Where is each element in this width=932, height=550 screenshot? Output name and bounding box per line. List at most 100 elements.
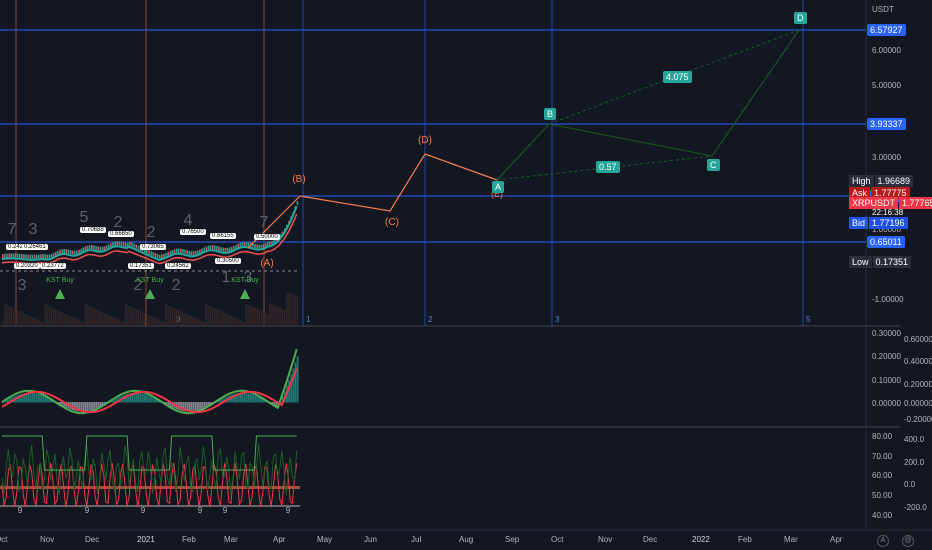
time-label: Jun — [364, 535, 377, 544]
ind1-hist-bar — [199, 402, 201, 410]
currency-badge[interactable]: USDT — [872, 5, 894, 14]
volume-bar — [228, 315, 231, 326]
ind1-hist-bar — [93, 402, 95, 410]
stat-name: High — [849, 175, 874, 187]
volume-bar — [63, 313, 65, 326]
ind2-inner-tick: 80.00 — [872, 432, 893, 441]
price-tick: 5.00000 — [872, 81, 901, 91]
price-box: 0.23772 — [40, 263, 66, 269]
volume-bar — [67, 315, 70, 326]
volume-bar — [150, 316, 152, 326]
time-label: Dec — [85, 535, 100, 544]
volume-bar — [84, 304, 87, 326]
volume-bar — [175, 309, 178, 326]
ind1-tick: 0.20000 — [904, 380, 932, 389]
nine-label: 9 — [198, 506, 203, 515]
candle — [222, 247, 224, 252]
candle — [18, 253, 21, 258]
volume-bar — [148, 315, 150, 326]
candle — [93, 245, 95, 250]
candle — [228, 247, 231, 252]
candle — [163, 253, 165, 258]
ind1-hist-bar — [148, 395, 151, 403]
volume-bar — [224, 313, 227, 326]
candle — [91, 245, 93, 250]
volume-bar — [192, 317, 195, 326]
candle — [61, 249, 63, 254]
volume-bar — [220, 311, 222, 326]
volume-bar — [235, 318, 237, 326]
candle — [21, 253, 23, 258]
kst-buy-arrow — [55, 289, 65, 299]
candle — [175, 248, 178, 253]
volume-bar — [95, 309, 97, 326]
volume-bar — [18, 311, 21, 326]
candle — [133, 243, 135, 248]
volume-bar — [262, 312, 265, 326]
volume-bar — [184, 313, 186, 326]
candle — [239, 242, 241, 247]
candle — [247, 242, 250, 247]
volume-bar — [180, 311, 182, 326]
candle — [84, 246, 87, 251]
chart-canvas[interactable]: 12350(B)(D)(C)(A)(E)735224732213KST BuyK… — [0, 0, 932, 550]
candle — [48, 254, 51, 259]
volume-bar — [271, 304, 273, 326]
volume-bar — [218, 310, 220, 326]
volume-bar — [226, 314, 229, 326]
count-digit: 7 — [260, 214, 269, 231]
volume-bar — [116, 319, 118, 326]
volume-bar — [243, 322, 246, 326]
time-label: 2021 — [137, 535, 155, 544]
volume-bar — [141, 312, 144, 326]
volume-bar — [118, 320, 121, 326]
volume-bar — [258, 310, 261, 326]
volume-bar — [247, 305, 250, 326]
ind1-hist-bar — [247, 393, 250, 403]
ind1-signal-line — [1, 368, 298, 414]
volume-bar — [57, 310, 59, 326]
candle — [65, 249, 68, 254]
candle — [262, 244, 265, 249]
log-scale-icon[interactable]: A — [877, 535, 889, 547]
candle — [74, 250, 76, 255]
volume-bar — [122, 322, 125, 326]
ind1-hist-bar — [135, 392, 138, 403]
volume-bar — [50, 307, 53, 326]
candle — [10, 253, 12, 258]
price-box: 0.20320 — [14, 263, 40, 269]
candle — [256, 244, 258, 249]
volume-bar — [264, 313, 267, 326]
candle — [241, 242, 244, 247]
volume-bar — [171, 307, 174, 326]
volume-bar — [182, 312, 184, 326]
volume-bar — [156, 319, 159, 326]
ind2-tick: 400.0 — [904, 435, 925, 444]
nine-label: 9 — [85, 506, 90, 515]
candle — [29, 254, 32, 259]
auto-scale-icon[interactable]: @ — [902, 535, 914, 547]
volume-bar — [33, 318, 36, 326]
volume-bar — [40, 321, 42, 326]
volume-bar — [154, 318, 157, 326]
ind1-hist-bar — [243, 392, 246, 403]
time-label: Feb — [738, 535, 752, 544]
count-digit: 2 — [114, 214, 123, 231]
candle — [182, 249, 184, 254]
stat-name: Low — [849, 256, 872, 268]
volume-bar — [131, 307, 133, 326]
kst-buy-label: KST Buy — [136, 277, 164, 284]
volume-bar — [86, 305, 89, 326]
volume-bar — [209, 306, 212, 326]
candle — [129, 241, 131, 246]
candle — [124, 242, 127, 247]
nine-label: 9 — [141, 506, 146, 515]
volume-bar — [203, 322, 205, 326]
ind1-inner-tick: 0.30000 — [872, 329, 901, 338]
price-box: 0.70688 — [80, 227, 106, 233]
ind2-tick: -200.0 — [904, 503, 927, 512]
nine-label: 9 — [18, 506, 23, 515]
volume-bar — [294, 296, 297, 326]
volume-bar — [207, 305, 210, 326]
volume-bar — [230, 316, 233, 326]
